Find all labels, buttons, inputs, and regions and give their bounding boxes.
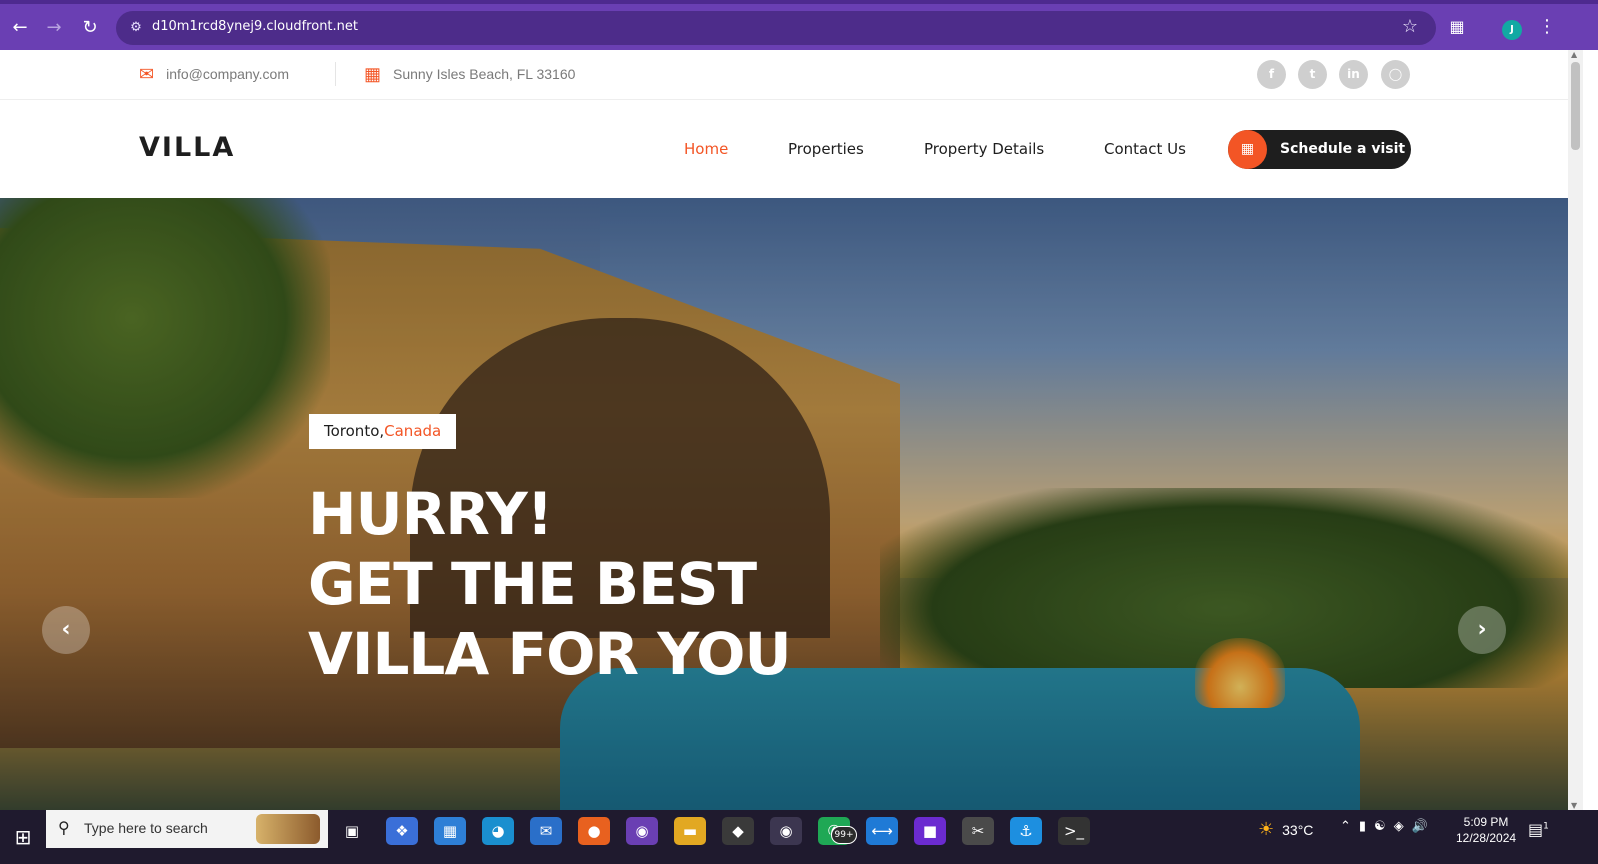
hero-heading-line-3: VILLA FOR YOU: [308, 620, 792, 688]
calendar-icon: ▦: [1228, 130, 1267, 169]
schedule-visit-button[interactable]: ▦ Schedule a visit: [1228, 130, 1411, 169]
slider-next-icon[interactable]: ›: [1458, 606, 1506, 654]
info-divider: [335, 62, 336, 86]
hero-slider: Toronto, Canada HURRY! GET THE BEST VILL…: [0, 198, 1568, 810]
back-icon[interactable]: ←: [6, 14, 34, 42]
page-viewport: ✉ info@company.com ▦ Sunny Isles Beach, …: [0, 50, 1568, 810]
taskbar-search[interactable]: ⚲ Type here to search: [46, 810, 328, 848]
scroll-thumb[interactable]: [1571, 62, 1580, 150]
address-info: ▦ Sunny Isles Beach, FL 33160: [364, 62, 575, 86]
browser-toolbar: ← → ↻ ⚙ d10m1rcd8ynej9.cloudfront.net ☆ …: [0, 0, 1598, 50]
taskbar-clock[interactable]: 5:09 PM 12/28/2024: [1456, 814, 1516, 846]
notification-count: 1: [1543, 821, 1549, 832]
address-bar[interactable]: ⚙ d10m1rcd8ynej9.cloudfront.net ☆: [116, 11, 1436, 45]
scroll-up-icon[interactable]: ▲: [1571, 50, 1577, 59]
location-city: Toronto,: [324, 422, 385, 440]
nav-home[interactable]: Home: [684, 140, 728, 158]
firefox-icon[interactable]: ●: [578, 817, 610, 845]
site-info-icon[interactable]: ⚙: [126, 18, 146, 38]
instagram-icon[interactable]: ◯: [1381, 60, 1410, 89]
url-text[interactable]: d10m1rcd8ynej9.cloudfront.net: [152, 19, 358, 34]
notification-icon[interactable]: ▤1: [1528, 820, 1549, 839]
location-tag: Toronto, Canada: [309, 414, 457, 449]
hero-heading-line-2: GET THE BEST: [308, 550, 757, 618]
browser-menu-icon[interactable]: ⋮: [1538, 16, 1556, 37]
clock-time: 5:09 PM: [1463, 815, 1509, 829]
search-highlight-image: [256, 814, 320, 844]
extensions-icon[interactable]: ▦: [1446, 17, 1468, 39]
hero-heading-line-1: HURRY!: [308, 480, 553, 548]
file-explorer-icon[interactable]: ▬: [674, 817, 706, 845]
weather-sun-icon: ☀: [1258, 819, 1275, 839]
docker-icon[interactable]: ⚓: [1010, 817, 1042, 845]
twitter-icon[interactable]: t: [1298, 60, 1327, 89]
terminal-icon[interactable]: >_: [1058, 817, 1090, 845]
scroll-down-icon[interactable]: ▼: [1571, 801, 1577, 810]
windows-start-icon[interactable]: ⊞: [8, 822, 38, 852]
top-info-bar: ✉ info@company.com ▦ Sunny Isles Beach, …: [0, 50, 1568, 100]
weather-widget[interactable]: ☀ 33°C: [1258, 819, 1313, 840]
intellij-icon[interactable]: ■: [914, 817, 946, 845]
whatsapp-badge: 99+: [831, 826, 857, 844]
clock-date: 12/28/2024: [1456, 831, 1517, 845]
git-icon[interactable]: ◆: [722, 817, 754, 845]
page-scrollbar[interactable]: ▲ ▼: [1568, 50, 1583, 810]
task-view-icon[interactable]: ▣: [336, 817, 368, 845]
reload-icon[interactable]: ↻: [76, 14, 104, 42]
windows-taskbar: ⊞ ⚲ Type here to search ▣ ❖ ▦ ◕ ✉ ● ◉ ▬ …: [0, 810, 1598, 864]
nav-contact-us[interactable]: Contact Us: [1104, 140, 1186, 158]
system-tray-icons[interactable]: ⌃▮☯◈🔊: [1340, 819, 1436, 834]
forward-icon[interactable]: →: [40, 14, 68, 42]
snipping-tool-icon[interactable]: ✂: [962, 817, 994, 845]
vscode-icon[interactable]: ⟷: [866, 817, 898, 845]
temperature-text: 33°C: [1282, 821, 1314, 838]
mail-icon[interactable]: ✉: [530, 817, 562, 845]
hero-overlay: [0, 198, 1568, 810]
edge-icon[interactable]: ◕: [482, 817, 514, 845]
screen: ← → ↻ ⚙ d10m1rcd8ynej9.cloudfront.net ☆ …: [0, 0, 1598, 864]
address-text: Sunny Isles Beach, FL 33160: [393, 66, 576, 82]
schedule-visit-label: Schedule a visit: [1280, 141, 1406, 157]
map-icon: ▦: [364, 63, 382, 84]
nav-property-details[interactable]: Property Details: [924, 140, 1044, 158]
profile-avatar[interactable]: J: [1502, 20, 1522, 40]
site-logo[interactable]: VILLA: [139, 132, 235, 163]
search-icon: ⚲: [58, 818, 70, 837]
email-info[interactable]: ✉ info@company.com: [139, 62, 289, 86]
location-country: Canada: [384, 422, 442, 440]
copilot-icon[interactable]: ❖: [386, 817, 418, 845]
slider-prev-icon[interactable]: ‹: [42, 606, 90, 654]
linkedin-icon[interactable]: in: [1339, 60, 1368, 89]
store-icon[interactable]: ▦: [434, 817, 466, 845]
facebook-icon[interactable]: f: [1257, 60, 1286, 89]
envelope-icon: ✉: [139, 63, 155, 84]
search-placeholder[interactable]: Type here to search: [84, 820, 208, 836]
github-desktop-icon[interactable]: ◉: [626, 817, 658, 845]
bookmark-star-icon[interactable]: ☆: [1402, 16, 1418, 37]
email-text[interactable]: info@company.com: [166, 66, 289, 82]
chrome-icon[interactable]: ◉: [770, 817, 802, 845]
nav-properties[interactable]: Properties: [788, 140, 864, 158]
